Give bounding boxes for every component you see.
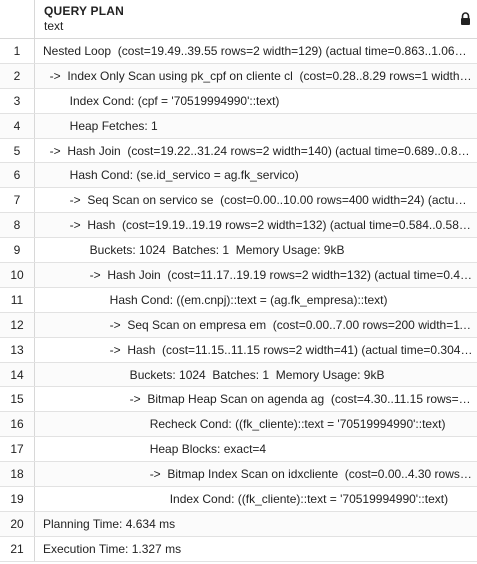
table-row[interactable]: 7 -> Seq Scan on servico se (cost=0.00..…	[0, 188, 477, 214]
row-number: 20	[0, 511, 35, 536]
table-row[interactable]: 5 -> Hash Join (cost=19.22..31.24 rows=2…	[0, 138, 477, 164]
query-plan-cell[interactable]: Recheck Cond: ((fk_cliente)::text = '705…	[35, 412, 477, 436]
query-plan-cell[interactable]: Index Cond: (cpf = '70519994990'::text)	[35, 89, 477, 113]
table-row[interactable]: 13 -> Hash (cost=11.15..11.15 rows=2 wid…	[0, 337, 477, 363]
row-number: 16	[0, 412, 35, 437]
row-number-header	[0, 0, 35, 38]
column-type: text	[44, 19, 64, 33]
table-row[interactable]: 2 -> Index Only Scan using pk_cpf on cli…	[0, 63, 477, 89]
query-plan-cell[interactable]: -> Bitmap Heap Scan on agenda ag (cost=4…	[35, 387, 477, 411]
column-title: QUERY PLAN	[44, 4, 125, 18]
query-plan-cell[interactable]: -> Hash Join (cost=11.17..19.19 rows=2 w…	[35, 263, 477, 287]
row-number: 7	[0, 188, 35, 213]
query-plan-grid: QUERY PLAN text 1 Nested Loop (cost=19.49…	[0, 0, 477, 562]
query-plan-cell[interactable]: -> Index Only Scan using pk_cpf on clien…	[35, 64, 477, 88]
row-number: 18	[0, 462, 35, 487]
row-number: 11	[0, 287, 35, 312]
query-plan-cell[interactable]: Hash Cond: ((em.cnpj)::text = (ag.fk_emp…	[35, 288, 477, 312]
row-number: 9	[0, 238, 35, 263]
query-plan-cell[interactable]: Heap Blocks: exact=4	[35, 437, 477, 461]
query-plan-cell[interactable]: -> Hash (cost=19.19..19.19 rows=2 width=…	[35, 213, 477, 237]
table-row[interactable]: 20 Planning Time: 4.634 ms	[0, 511, 477, 537]
query-plan-cell[interactable]: -> Bitmap Index Scan on idxcliente (cost…	[35, 462, 477, 486]
row-number: 15	[0, 387, 35, 412]
row-number: 4	[0, 113, 35, 138]
table-row[interactable]: 17 Heap Blocks: exact=4	[0, 437, 477, 463]
table-row[interactable]: 4 Heap Fetches: 1	[0, 113, 477, 139]
query-plan-cell[interactable]: Nested Loop (cost=19.49..39.55 rows=2 wi…	[35, 39, 477, 63]
table-row[interactable]: 9 Buckets: 1024 Batches: 1 Memory Usage:…	[0, 238, 477, 264]
table-row[interactable]: 19 Index Cond: ((fk_cliente)::text = '70…	[0, 487, 477, 512]
grid-header: QUERY PLAN text	[0, 0, 477, 39]
row-number: 21	[0, 536, 35, 561]
query-plan-cell[interactable]: -> Seq Scan on empresa em (cost=0.00..7.…	[35, 313, 477, 337]
row-number: 2	[0, 63, 35, 88]
grid-body: 1 Nested Loop (cost=19.49..39.55 rows=2 w…	[0, 39, 477, 562]
row-number: 19	[0, 487, 35, 511]
query-plan-cell[interactable]: Index Cond: ((fk_cliente)::text = '70519…	[35, 487, 477, 511]
row-number: 17	[0, 437, 35, 462]
query-plan-cell[interactable]: -> Seq Scan on servico se (cost=0.00..10…	[35, 188, 477, 212]
table-row[interactable]: 1 Nested Loop (cost=19.49..39.55 rows=2 w…	[0, 39, 477, 64]
row-number: 3	[0, 88, 35, 113]
table-row[interactable]: 16 Recheck Cond: ((fk_cliente)::text = '…	[0, 412, 477, 438]
lock-icon	[461, 12, 470, 25]
table-row[interactable]: 8 -> Hash (cost=19.19..19.19 rows=2 widt…	[0, 213, 477, 239]
row-number: 12	[0, 312, 35, 337]
table-row[interactable]: 18 -> Bitmap Index Scan on idxcliente (c…	[0, 462, 477, 488]
table-row[interactable]: 3 Index Cond: (cpf = '70519994990'::text…	[0, 88, 477, 114]
query-plan-column-header[interactable]: QUERY PLAN text	[35, 0, 477, 38]
table-row[interactable]: 11 Hash Cond: ((em.cnpj)::text = (ag.fk_…	[0, 287, 477, 313]
table-row[interactable]: 21 Execution Time: 1.327 ms	[0, 536, 477, 562]
row-number: 6	[0, 163, 35, 188]
row-number: 8	[0, 213, 35, 238]
table-row[interactable]: 10 -> Hash Join (cost=11.17..19.19 rows=…	[0, 263, 477, 288]
row-number: 10	[0, 263, 35, 287]
table-row[interactable]: 15 -> Bitmap Heap Scan on agenda ag (cos…	[0, 387, 477, 413]
query-plan-cell[interactable]: Buckets: 1024 Batches: 1 Memory Usage: 9…	[35, 363, 477, 387]
query-plan-cell[interactable]: Execution Time: 1.327 ms	[35, 537, 477, 561]
query-plan-cell[interactable]: -> Hash Join (cost=19.22..31.24 rows=2 w…	[35, 139, 477, 163]
query-plan-cell[interactable]: Planning Time: 4.634 ms	[35, 512, 477, 536]
query-plan-cell[interactable]: -> Hash (cost=11.15..11.15 rows=2 width=…	[35, 338, 477, 362]
query-plan-cell[interactable]: Buckets: 1024 Batches: 1 Memory Usage: 9…	[35, 238, 477, 262]
table-row[interactable]: 12 -> Seq Scan on empresa em (cost=0.00.…	[0, 312, 477, 338]
row-number: 13	[0, 337, 35, 362]
query-plan-cell[interactable]: Hash Cond: (se.id_servico = ag.fk_servic…	[35, 163, 477, 187]
table-row[interactable]: 14 Buckets: 1024 Batches: 1 Memory Usage…	[0, 362, 477, 388]
query-plan-cell[interactable]: Heap Fetches: 1	[35, 114, 477, 138]
table-row[interactable]: 6 Hash Cond: (se.id_servico = ag.fk_serv…	[0, 163, 477, 189]
row-number: 5	[0, 138, 35, 163]
row-number: 1	[0, 39, 35, 63]
row-number: 14	[0, 362, 35, 387]
